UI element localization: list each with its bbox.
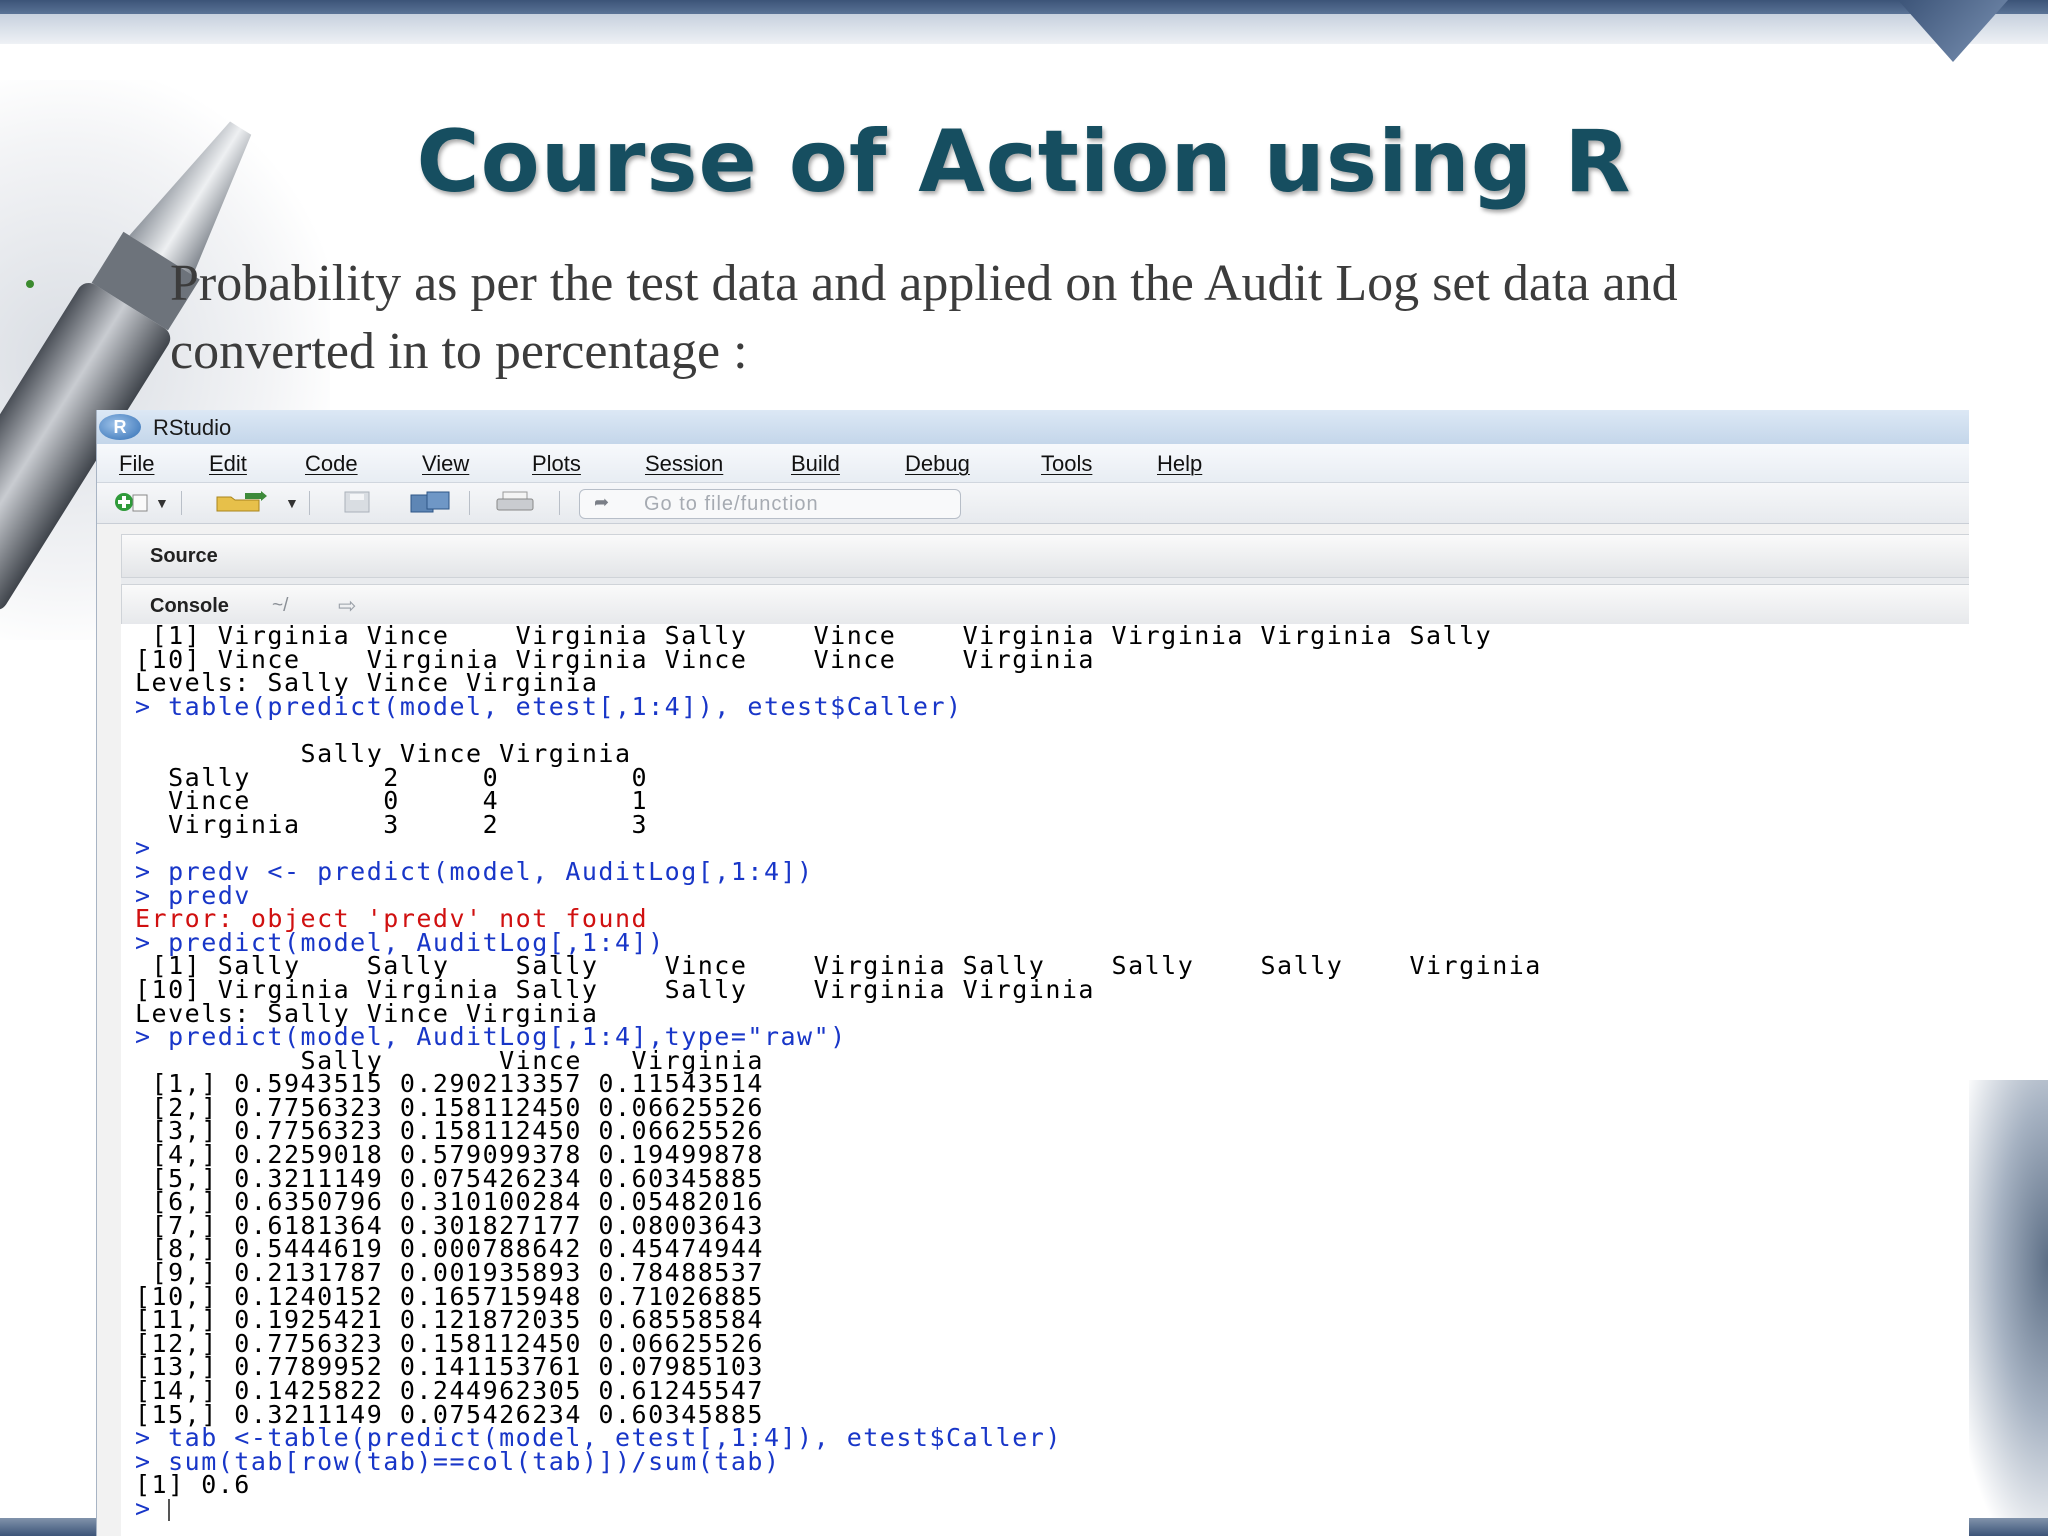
source-pane-label: Source bbox=[150, 545, 218, 567]
goto-arrow-icon: ➦ bbox=[594, 492, 610, 512]
print-icon[interactable] bbox=[495, 491, 537, 513]
rstudio-logo-icon: R bbox=[99, 414, 141, 440]
menu-edit[interactable]: Edit bbox=[209, 451, 247, 477]
bullet-text: Probability as per the test data and app… bbox=[170, 255, 1678, 380]
console-command-line: > bbox=[135, 1493, 169, 1523]
new-file-icon[interactable] bbox=[113, 491, 153, 513]
menu-view[interactable]: View bbox=[422, 451, 469, 477]
menu-code[interactable]: Code bbox=[305, 451, 358, 477]
save-icon[interactable] bbox=[341, 491, 375, 513]
go-to-file-input[interactable]: ➦ Go to file/function bbox=[579, 489, 961, 519]
go-to-directory-icon[interactable]: ⇨ bbox=[338, 593, 356, 619]
toolbar-separator bbox=[559, 491, 560, 515]
menu-bar: File Edit Code View Plots Session Build … bbox=[97, 444, 1969, 483]
window-titlebar: R RStudio bbox=[97, 410, 1969, 444]
menu-session[interactable]: Session bbox=[645, 451, 723, 477]
slide-top-band bbox=[0, 0, 2048, 14]
menu-help[interactable]: Help bbox=[1157, 451, 1202, 477]
go-to-file-placeholder: Go to file/function bbox=[644, 493, 819, 515]
console-working-dir: ~/ bbox=[272, 595, 289, 616]
menu-tools[interactable]: Tools bbox=[1041, 451, 1092, 477]
console-pane-label: Console bbox=[150, 595, 229, 617]
bullet-icon bbox=[26, 280, 34, 288]
toolbar-separator bbox=[469, 491, 470, 515]
console-text: [1] Virginia Vince Virginia Sally Vince … bbox=[135, 624, 1965, 1521]
slide-right-decoration bbox=[1958, 1080, 2048, 1536]
chevron-down-icon[interactable]: ▼ bbox=[285, 495, 299, 517]
console-output-line: Virginia 3 2 3 bbox=[135, 809, 649, 839]
menu-file[interactable]: File bbox=[119, 451, 154, 477]
menu-debug[interactable]: Debug bbox=[905, 451, 970, 477]
toolbar-separator bbox=[181, 491, 182, 515]
menu-build[interactable]: Build bbox=[791, 451, 840, 477]
console-cursor[interactable] bbox=[168, 1498, 171, 1521]
console-output[interactable]: [1] Virginia Vince Virginia Sally Vince … bbox=[121, 624, 1969, 1536]
menu-plots[interactable]: Plots bbox=[532, 451, 581, 477]
console-pane-header[interactable]: Console ~/ ⇨ bbox=[121, 584, 1969, 626]
slide-top-band-light bbox=[0, 14, 2048, 44]
toolbar-separator bbox=[309, 491, 310, 515]
rstudio-window: R RStudio File Edit Code View Plots Sess… bbox=[96, 410, 1969, 1536]
open-folder-icon[interactable] bbox=[215, 491, 269, 513]
source-pane-header[interactable]: Source bbox=[121, 534, 1969, 578]
chevron-down-icon[interactable]: ▼ bbox=[155, 495, 169, 517]
console-command-line: > table(predict(model, etest[,1:4]), ete… bbox=[135, 691, 963, 721]
window-title: RStudio bbox=[153, 415, 232, 440]
toolbar: ▼ ▼ ➦ Go to file/function bbox=[97, 483, 1969, 524]
slide-title: Course of Action using R bbox=[416, 112, 1632, 212]
save-all-icon[interactable] bbox=[409, 491, 455, 513]
